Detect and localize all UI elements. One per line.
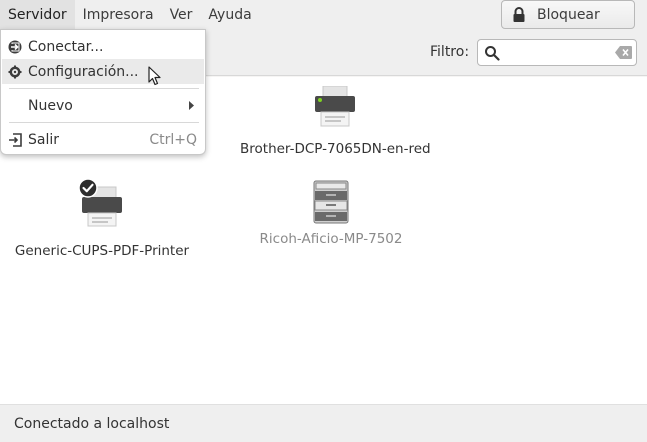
filter-input[interactable] <box>504 43 604 62</box>
printer-name: Brother-DCP-7065DN-en-red <box>240 141 431 157</box>
printer-name: Ricoh-Aficio-MP-7502 <box>259 231 403 247</box>
filter-field[interactable] <box>477 39 637 66</box>
menu-separator <box>9 122 199 123</box>
menu-ver[interactable]: Ver <box>162 0 201 30</box>
mouse-cursor-icon <box>148 66 161 86</box>
filter-label: Filtro: <box>430 44 470 60</box>
server-menu: Conectar... Configuración... Nuevo Salir… <box>0 29 206 155</box>
menu-item-new[interactable]: Nuevo <box>2 93 204 118</box>
menu-bar: Servidor Impresora Ver Ayuda <box>0 0 260 30</box>
gear-icon <box>8 65 22 78</box>
connect-icon <box>8 40 22 53</box>
menu-servidor[interactable]: Servidor <box>0 0 75 30</box>
printer-icon <box>313 180 349 224</box>
menu-item-label: Nuevo <box>28 97 73 114</box>
clear-icon[interactable] <box>615 46 632 59</box>
status-text: Conectado a localhost <box>14 416 170 432</box>
lock-button[interactable]: Bloquear <box>501 0 635 29</box>
menu-ayuda[interactable]: Ayuda <box>200 0 259 30</box>
menu-item-quit[interactable]: Salir Ctrl+Q <box>2 127 204 152</box>
menu-item-label: Salir <box>28 131 60 148</box>
search-icon <box>485 46 500 61</box>
printer-name: Generic-CUPS-PDF-Printer <box>14 243 190 259</box>
lock-button-label: Bloquear <box>537 6 600 23</box>
status-bar: Conectado a localhost <box>0 404 647 442</box>
menu-item-connect[interactable]: Conectar... <box>2 34 204 59</box>
menu-item-label: Configuración... <box>28 63 139 80</box>
printer-item-ricoh[interactable]: Ricoh-Aficio-MP-7502 <box>240 180 422 247</box>
printer-item-generic-cups-pdf[interactable]: Generic-CUPS-PDF-Printer <box>8 178 196 259</box>
chevron-right-icon <box>189 101 194 110</box>
menu-item-settings[interactable]: Configuración... <box>2 59 204 84</box>
check-icon <box>78 178 98 198</box>
printer-icon <box>315 86 355 127</box>
menu-item-label: Conectar... <box>28 38 104 55</box>
lock-icon <box>513 6 525 22</box>
menu-item-shortcut: Ctrl+Q <box>149 131 197 148</box>
printer-item-brother[interactable]: Brother-DCP-7065DN-en-red <box>240 86 431 157</box>
exit-icon <box>9 132 22 147</box>
menu-impresora[interactable]: Impresora <box>75 0 162 30</box>
menu-separator <box>9 88 199 89</box>
